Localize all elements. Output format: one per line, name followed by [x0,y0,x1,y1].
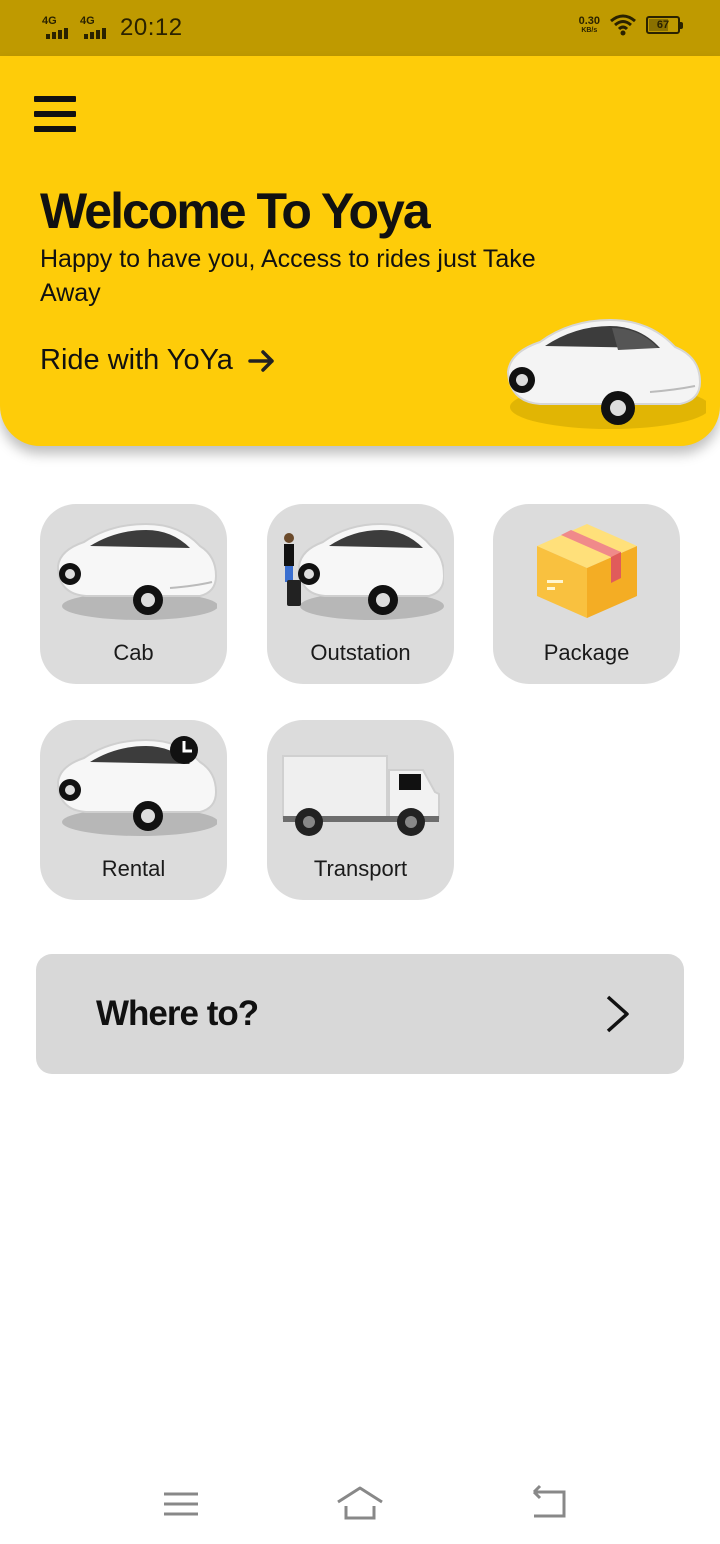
service-package[interactable]: Package [493,504,680,684]
signal-2-icon: 4G [78,15,108,41]
ride-link-label: Ride with YoYa [40,344,233,376]
where-to-label: Where to? [96,994,259,1033]
service-label: Outstation [310,640,411,665]
service-label: Package [543,640,630,665]
status-right: 0.30 KB/s 67 [578,14,683,36]
chevron-right-icon [606,995,629,1033]
network-type-1: 4G [42,15,57,27]
status-left: 4G 4G 20:12 [40,14,183,42]
service-label: Rental [101,856,166,881]
battery-level: 67 [656,19,670,31]
car-illustration-icon [506,318,706,429]
package-box-icon [537,524,637,618]
service-label: Transport [313,856,408,881]
service-label: Cab [113,640,154,665]
car-with-clock-icon [56,736,217,836]
arrow-right-icon [248,349,274,372]
where-to-button[interactable]: Where to? [36,954,684,1074]
wifi-icon [610,14,636,36]
back-icon[interactable] [524,1478,574,1528]
recent-apps-icon[interactable] [156,1478,206,1528]
battery-icon: 67 [646,16,683,34]
truck-icon [282,755,440,836]
hero-banner: Welcome To Yoya Happy to have you, Acces… [0,56,720,446]
signal-1-icon: 4G [40,15,70,41]
car-icon [56,522,217,620]
car-with-traveler-icon [284,522,444,620]
service-outstation[interactable]: Outstation [267,504,454,684]
system-navigation-bar [0,1468,720,1544]
service-cab[interactable]: Cab [40,504,227,684]
clock: 20:12 [120,14,183,41]
ride-with-yoya-link[interactable]: Ride with YoYa [40,344,277,377]
network-type-2: 4G [80,15,95,27]
network-speed-value: 0.30 [578,15,600,27]
network-speed-unit: KB/s [581,27,598,34]
service-transport[interactable]: Transport [267,720,454,900]
status-bar: 4G 4G 20:12 0.30 KB/s 67 [0,0,720,56]
page-title: Welcome To Yoya [40,183,431,239]
home-icon[interactable] [335,1478,385,1528]
hero-subtitle: Happy to have you, Access to rides just … [40,245,536,307]
service-rental[interactable]: Rental [40,720,227,900]
network-speed: 0.30 KB/s [578,15,600,35]
menu-button[interactable] [34,94,78,134]
